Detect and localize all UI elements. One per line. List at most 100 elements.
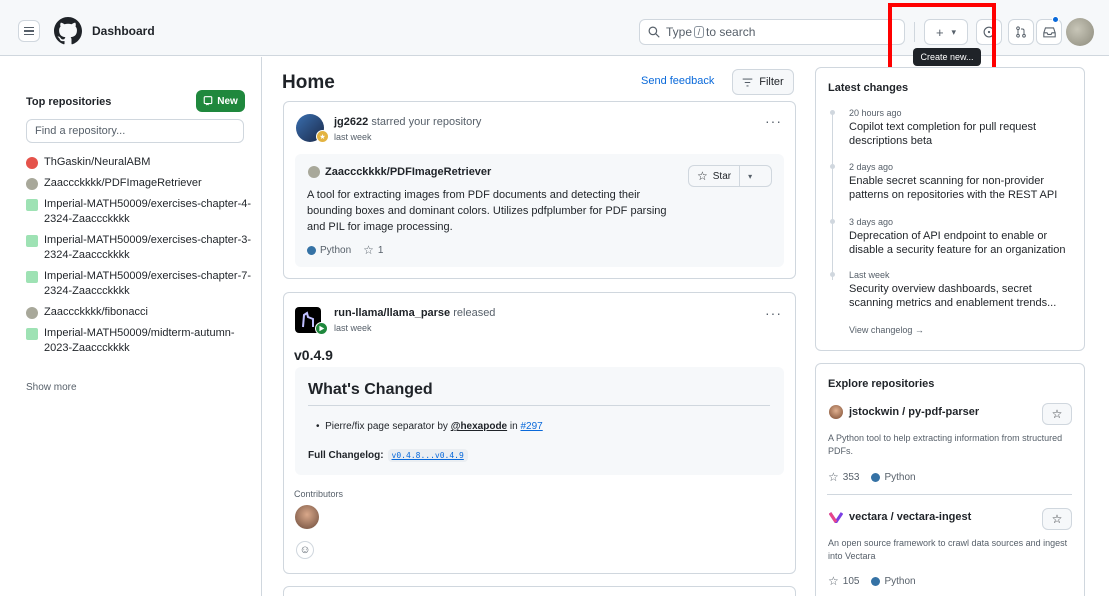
repo-avatar-icon: [26, 157, 38, 169]
repo-avatar-icon: [26, 178, 38, 190]
repo-icon: [203, 96, 213, 106]
list-item[interactable]: Imperial-MATH50009/exercises-chapter-3-2…: [26, 233, 252, 263]
user-avatar[interactable]: [1066, 18, 1094, 46]
changelog-link[interactable]: Security overview dashboards, secret sca…: [849, 282, 1074, 310]
repo-link[interactable]: Imperial-MATH50009/exercises-chapter-3-2…: [44, 233, 252, 263]
star-count-icon: ☆: [363, 243, 374, 257]
star-count: 353: [842, 471, 860, 483]
find-repository-input[interactable]: Find a repository...: [26, 119, 244, 143]
repo-avatar-icon: [26, 235, 38, 247]
changelog-item[interactable]: 2 days ago Enable secret scanning for no…: [849, 162, 1074, 202]
language-group: Python: [871, 471, 916, 483]
repo-link[interactable]: jstockwin / py-pdf-parser: [849, 406, 979, 418]
star-count: 105: [842, 575, 860, 587]
explore-repo-description: An open source framework to crawl data s…: [828, 538, 1068, 561]
language-color-icon: [307, 245, 316, 255]
changelog-item[interactable]: Last week Security overview dashboards, …: [849, 270, 1074, 310]
chevron-down-icon[interactable]: ▾: [740, 172, 760, 181]
contributors-label: Contributors: [294, 489, 344, 499]
search-input[interactable]: Type / to search: [639, 19, 905, 45]
language-label: Python: [320, 244, 352, 256]
changelog-link[interactable]: Enable secret scanning for non-provider …: [849, 174, 1074, 202]
star-icon: ☆: [1051, 407, 1063, 421]
list-item[interactable]: Imperial-MATH50009/midterm-autumn-2023-Z…: [26, 326, 252, 356]
pull-request-link[interactable]: #297: [520, 421, 542, 432]
change-in: in: [509, 421, 518, 432]
next-event-card: [283, 586, 796, 596]
actor-link[interactable]: jg2622: [334, 116, 368, 128]
list-item[interactable]: Imperial-MATH50009/exercises-chapter-7-2…: [26, 269, 252, 299]
star-badge-icon: ★: [316, 130, 329, 143]
timeline-dot-icon: [830, 164, 835, 169]
list-item[interactable]: ThGaskin/NeuralABM: [26, 155, 252, 170]
create-new-tooltip: Create new...: [913, 48, 981, 66]
changelog-time: Last week: [849, 270, 890, 280]
star-count-group[interactable]: ☆ 353: [828, 470, 859, 484]
repo-link[interactable]: Zaaccckkkk/PDFImageRetriever: [325, 166, 491, 178]
list-item[interactable]: Zaaccckkkk/PDFImageRetriever: [26, 176, 252, 191]
explore-repo-description: A Python tool to help extracting informa…: [828, 433, 1063, 456]
add-reaction-icon[interactable]: ☺: [296, 541, 314, 559]
repository-list: ThGaskin/NeuralABM Zaaccckkkk/PDFImageRe…: [26, 155, 252, 362]
pull-requests-button[interactable]: [1008, 19, 1034, 45]
repo-avatar-icon: [26, 199, 38, 211]
view-changelog-link[interactable]: View changelog →: [849, 325, 924, 335]
changelog-link[interactable]: Deprecation of API endpoint to enable or…: [849, 229, 1074, 257]
github-logo-icon[interactable]: [54, 17, 82, 45]
search-suffix: to search: [706, 25, 756, 39]
repo-link[interactable]: Imperial-MATH50009/exercises-chapter-4-2…: [44, 197, 252, 227]
explore-repo-meta: ☆ 353 Python: [828, 470, 916, 484]
list-item[interactable]: Zaaccckkkk/fibonacci: [26, 305, 252, 320]
timeline-dot-icon: [830, 219, 835, 224]
explore-repo-title[interactable]: jstockwin / py-pdf-parser: [829, 405, 979, 419]
repo-title[interactable]: Zaaccckkkk/PDFImageRetriever: [308, 166, 491, 178]
search-prefix: Type: [666, 25, 693, 39]
repo-link[interactable]: vectara / vectara-ingest: [849, 511, 971, 523]
list-item[interactable]: Imperial-MATH50009/exercises-chapter-4-2…: [26, 197, 252, 227]
change-item: • Pierre/fix page separator by @hexapode…: [316, 421, 543, 432]
changelog-time: 20 hours ago: [849, 108, 902, 118]
event-action: released: [453, 307, 496, 319]
new-repository-button[interactable]: New: [196, 90, 245, 112]
repo-link[interactable]: ThGaskin/NeuralABM: [44, 155, 150, 170]
repo-link[interactable]: Zaaccckkkk/PDFImageRetriever: [44, 176, 202, 191]
repo-link[interactable]: Imperial-MATH50009/exercises-chapter-7-2…: [44, 269, 252, 299]
changelog-compare-link[interactable]: v0.4.8...v0.4.9: [387, 449, 468, 462]
changelog-time: 2 days ago: [849, 162, 894, 172]
repo-link[interactable]: Imperial-MATH50009/midterm-autumn-2023-Z…: [44, 326, 252, 356]
filter-button[interactable]: Filter: [732, 69, 794, 95]
changelog-item[interactable]: 20 hours ago Copilot text completion for…: [849, 108, 1074, 148]
timeline-dot-icon: [830, 110, 835, 115]
repo-link[interactable]: Zaaccckkkk/fibonacci: [44, 305, 148, 320]
changelog-link[interactable]: Copilot text completion for pull request…: [849, 120, 1074, 148]
vectara-logo-icon: [829, 512, 843, 523]
star-count[interactable]: 1: [378, 245, 384, 256]
user-mention-link[interactable]: @hexapode: [451, 421, 507, 432]
star-button[interactable]: ☆ Star ▾: [688, 165, 772, 187]
heading-divider: [308, 405, 770, 406]
menu-button[interactable]: [18, 20, 40, 42]
home-heading: Home: [282, 72, 335, 93]
page-title[interactable]: Dashboard: [92, 24, 155, 38]
star-count-group[interactable]: ☆ 105: [828, 574, 859, 588]
inbox-button[interactable]: [1036, 19, 1062, 45]
change-text: Pierre/fix page separator by: [325, 421, 448, 432]
inbox-icon: [1042, 27, 1056, 38]
language-color-icon: [871, 472, 881, 482]
event-title: run-llama/llama_parse released: [334, 307, 495, 319]
star-button[interactable]: ☆: [1042, 508, 1072, 530]
star-main[interactable]: ☆ Star: [689, 166, 741, 186]
repo-link[interactable]: run-llama/llama_parse: [334, 307, 450, 319]
language-label: Python: [884, 471, 916, 483]
star-label: Star: [712, 170, 732, 182]
language-color-icon: [871, 576, 881, 586]
send-feedback-link[interactable]: Send feedback: [641, 75, 714, 87]
contributor-avatar[interactable]: [295, 505, 319, 529]
star-button[interactable]: ☆: [1042, 403, 1072, 425]
explore-repo-title[interactable]: vectara / vectara-ingest: [829, 511, 971, 523]
changelog-item[interactable]: 3 days ago Deprecation of API endpoint t…: [849, 217, 1074, 257]
release-version[interactable]: v0.4.9: [294, 347, 333, 363]
full-changelog: Full Changelog: v0.4.8...v0.4.9: [308, 449, 468, 462]
repo-avatar-icon: [26, 271, 38, 283]
show-more-link[interactable]: Show more: [26, 382, 77, 393]
